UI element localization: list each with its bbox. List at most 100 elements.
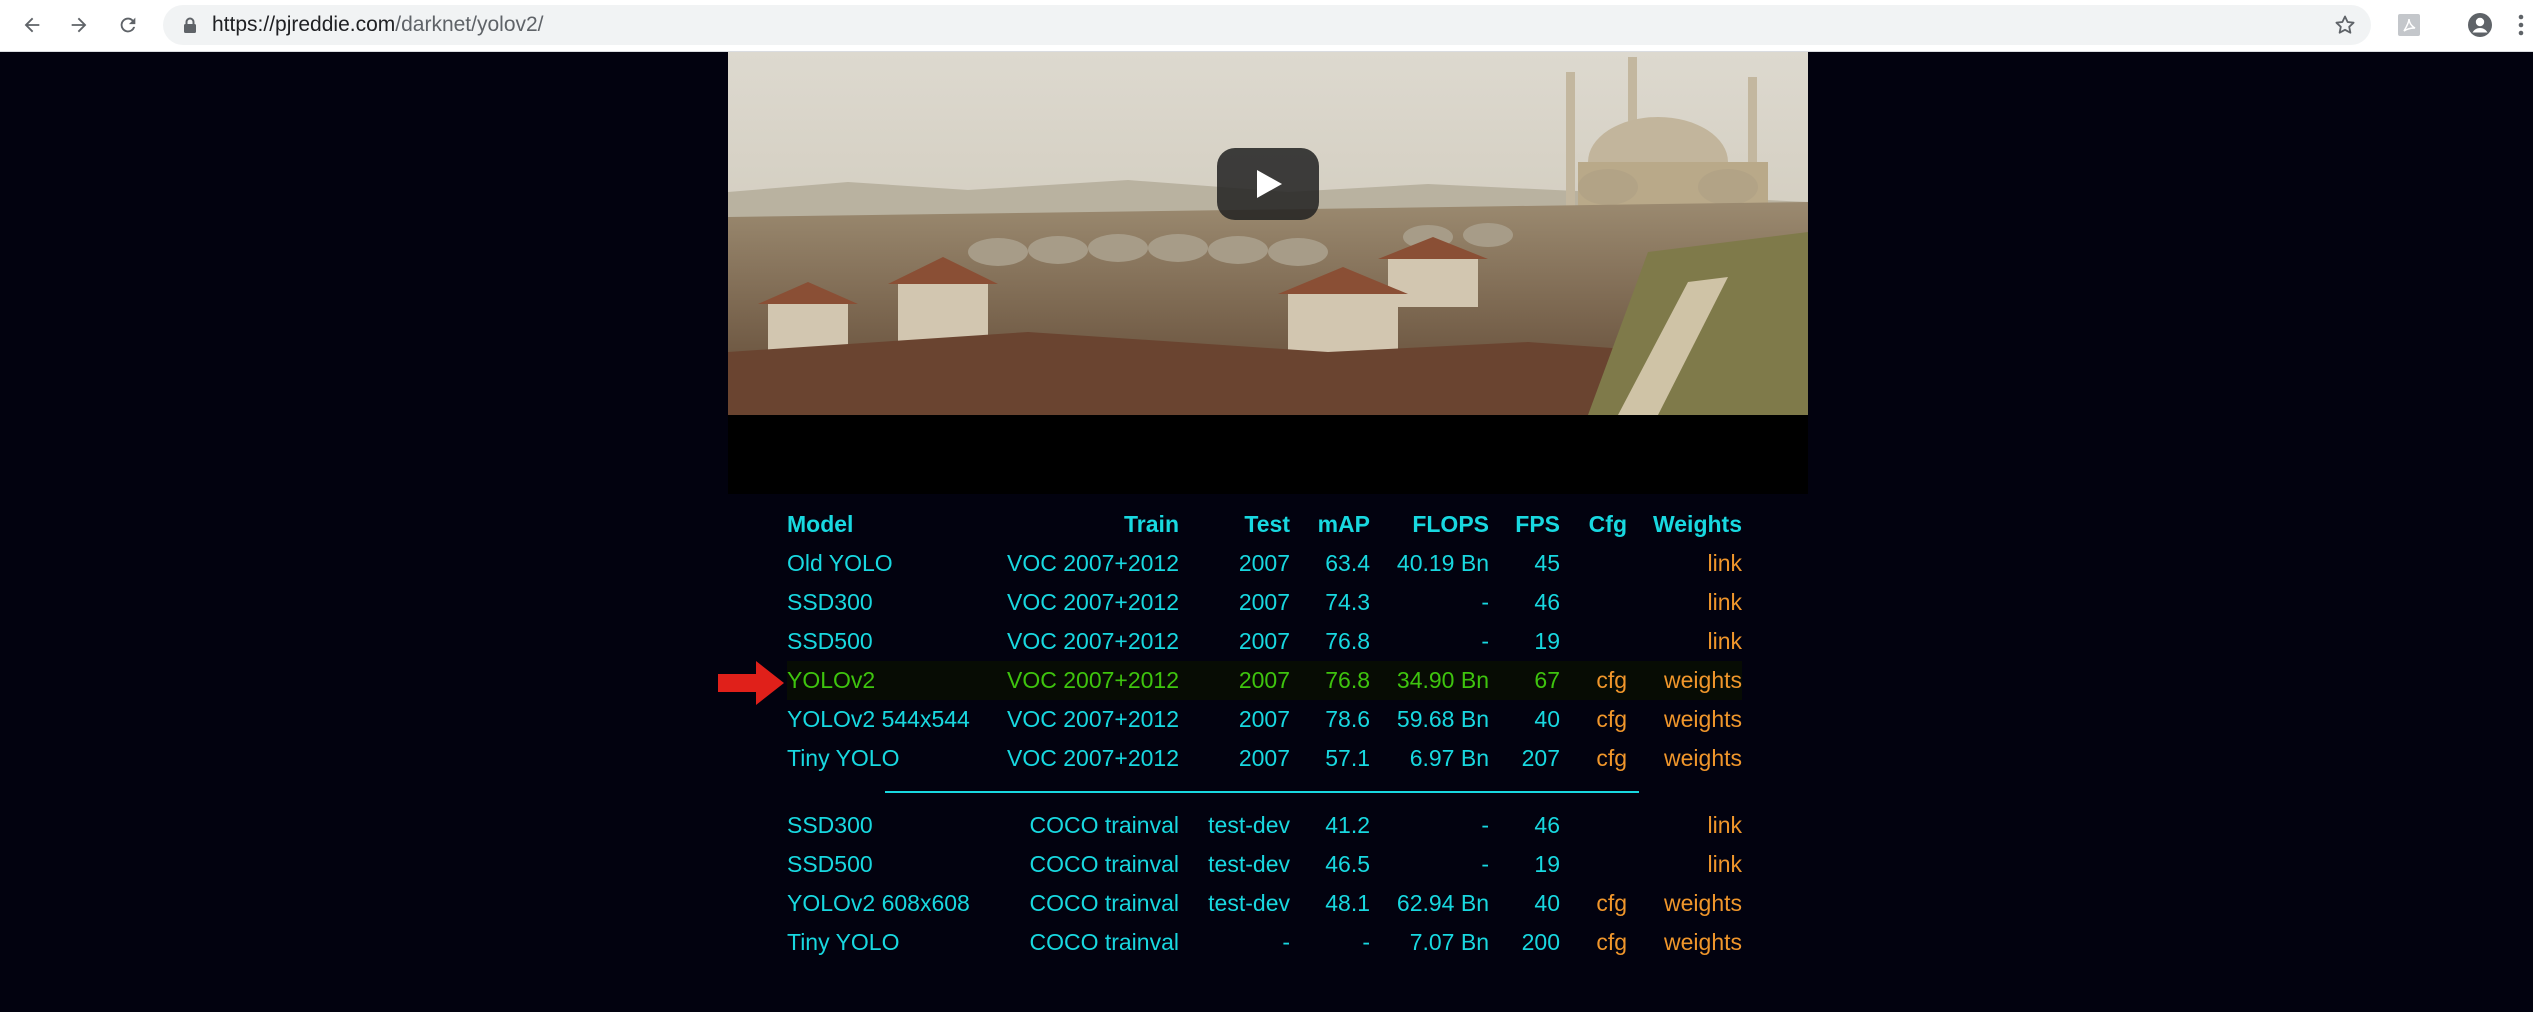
cfg-link: [1560, 583, 1627, 622]
table-header-row: Model Train Test mAP FLOPS FPS Cfg Weigh…: [787, 505, 1742, 544]
cell-flops: -: [1481, 812, 1489, 838]
table-row: SSD300 COCO trainval test-dev 41.2 - 46 …: [787, 806, 1742, 845]
cell-map: 76.8: [1325, 628, 1370, 654]
cell-train: COCO trainval: [1029, 812, 1179, 838]
cell-test: test-dev: [1208, 812, 1290, 838]
cfg-link: [1560, 544, 1627, 583]
cell-map: 48.1: [1325, 890, 1370, 916]
weights-link[interactable]: weights: [1627, 884, 1742, 923]
cell-test: 2007: [1238, 706, 1290, 732]
cell-train: COCO trainval: [1029, 890, 1179, 916]
account-icon[interactable]: [2465, 10, 2495, 40]
cell-test: test-dev: [1208, 851, 1290, 877]
cell-train: VOC 2007+2012: [1007, 745, 1179, 771]
divider-line: [884, 791, 1639, 793]
bookmark-star-icon[interactable]: [2333, 13, 2357, 42]
play-icon: [1257, 170, 1282, 198]
weights-link[interactable]: weights: [1627, 739, 1742, 778]
header-test: Test: [1244, 511, 1290, 537]
header-flops: FLOPS: [1412, 511, 1489, 537]
model-comparison-table: Model Train Test mAP FLOPS FPS Cfg Weigh…: [787, 505, 1742, 962]
cell-fps: 40: [1534, 706, 1560, 732]
red-arrow-icon: [718, 661, 784, 705]
cell-flops: -: [1481, 851, 1489, 877]
table-row: SSD300 VOC 2007+2012 2007 74.3 - 46 link: [787, 583, 1742, 622]
cell-map: -: [1362, 929, 1370, 955]
cell-train: VOC 2007+2012: [1007, 706, 1179, 732]
table-row-highlighted: YOLOv2 VOC 2007+2012 2007 76.8 34.90 Bn …: [787, 661, 1742, 700]
weights-link[interactable]: weights: [1627, 923, 1742, 962]
cell-fps: 46: [1534, 589, 1560, 615]
browser-toolbar: https://pjreddie.com/darknet/yolov2/: [0, 0, 2533, 52]
cell-flops: 6.97 Bn: [1409, 745, 1489, 771]
weights-link[interactable]: link: [1627, 622, 1742, 661]
forward-arrow-icon[interactable]: [64, 10, 94, 40]
cell-flops: 62.94 Bn: [1396, 890, 1489, 916]
table-row: YOLOv2 544x544 VOC 2007+2012 2007 78.6 5…: [787, 700, 1742, 739]
cell-test: -: [1282, 929, 1290, 955]
table-row: SSD500 VOC 2007+2012 2007 76.8 - 19 link: [787, 622, 1742, 661]
cell-flops: 34.90 Bn: [1370, 661, 1489, 700]
cell-model: SSD500: [787, 628, 873, 654]
cfg-link[interactable]: cfg: [1560, 739, 1627, 778]
cfg-link: [1560, 622, 1627, 661]
cfg-link: [1560, 806, 1627, 845]
table-row: Tiny YOLO COCO trainval - - 7.07 Bn 200 …: [787, 923, 1742, 962]
cfg-link: [1560, 845, 1627, 884]
cell-model: YOLOv2: [787, 661, 987, 700]
cfg-link[interactable]: cfg: [1560, 884, 1627, 923]
cell-flops: -: [1481, 589, 1489, 615]
header-weights: Weights: [1652, 511, 1742, 537]
cell-flops: -: [1481, 628, 1489, 654]
video-thumbnail[interactable]: [728, 52, 1808, 415]
header-cfg: Cfg: [1588, 511, 1627, 537]
cell-model: SSD300: [787, 589, 873, 615]
weights-link[interactable]: link: [1627, 806, 1742, 845]
cell-map: 78.6: [1325, 706, 1370, 732]
cell-fps: 207: [1521, 745, 1560, 771]
cell-fps: 200: [1521, 929, 1560, 955]
reload-icon[interactable]: [113, 10, 143, 40]
weights-link[interactable]: link: [1627, 845, 1742, 884]
cell-test: test-dev: [1208, 890, 1290, 916]
cell-fps: 67: [1489, 661, 1560, 700]
cell-map: 74.3: [1325, 589, 1370, 615]
weights-link[interactable]: weights: [1627, 700, 1742, 739]
cell-test: 2007: [1179, 661, 1290, 700]
url-text[interactable]: https://pjreddie.com/darknet/yolov2/: [212, 5, 544, 45]
table-row: Tiny YOLO VOC 2007+2012 2007 57.1 6.97 B…: [787, 739, 1742, 778]
cfg-link[interactable]: cfg: [1560, 661, 1627, 700]
cell-train: VOC 2007+2012: [1007, 589, 1179, 615]
cell-train: COCO trainval: [1029, 851, 1179, 877]
video-player[interactable]: [728, 52, 1808, 494]
cell-model: YOLOv2 544x544: [787, 706, 970, 732]
weights-link[interactable]: link: [1627, 544, 1742, 583]
cell-fps: 19: [1534, 851, 1560, 877]
lock-icon[interactable]: [183, 17, 197, 39]
address-bar[interactable]: https://pjreddie.com/darknet/yolov2/: [163, 5, 2371, 45]
cell-test: 2007: [1238, 589, 1290, 615]
header-map: mAP: [1317, 511, 1370, 537]
cfg-link[interactable]: cfg: [1560, 700, 1627, 739]
cell-fps: 46: [1534, 812, 1560, 838]
cell-train: VOC 2007+2012: [987, 661, 1179, 700]
cell-train: COCO trainval: [1029, 929, 1179, 955]
kebab-menu-icon[interactable]: [2511, 10, 2531, 40]
back-arrow-icon[interactable]: [17, 10, 47, 40]
pdf-extension-icon[interactable]: [2394, 10, 2424, 40]
cell-test: 2007: [1238, 550, 1290, 576]
cell-train: VOC 2007+2012: [1007, 628, 1179, 654]
cell-map: 63.4: [1325, 550, 1370, 576]
divider-cell: [787, 778, 1742, 806]
table-row: SSD500 COCO trainval test-dev 46.5 - 19 …: [787, 845, 1742, 884]
play-button[interactable]: [1217, 148, 1319, 220]
cell-fps: 40: [1534, 890, 1560, 916]
cell-model: Old YOLO: [787, 550, 893, 576]
cell-flops: 59.68 Bn: [1396, 706, 1489, 732]
weights-link[interactable]: weights: [1627, 661, 1742, 700]
weights-link[interactable]: link: [1627, 583, 1742, 622]
cell-model: Tiny YOLO: [787, 929, 900, 955]
cell-model: SSD500: [787, 851, 873, 877]
cell-fps: 45: [1534, 550, 1560, 576]
cfg-link[interactable]: cfg: [1560, 923, 1627, 962]
